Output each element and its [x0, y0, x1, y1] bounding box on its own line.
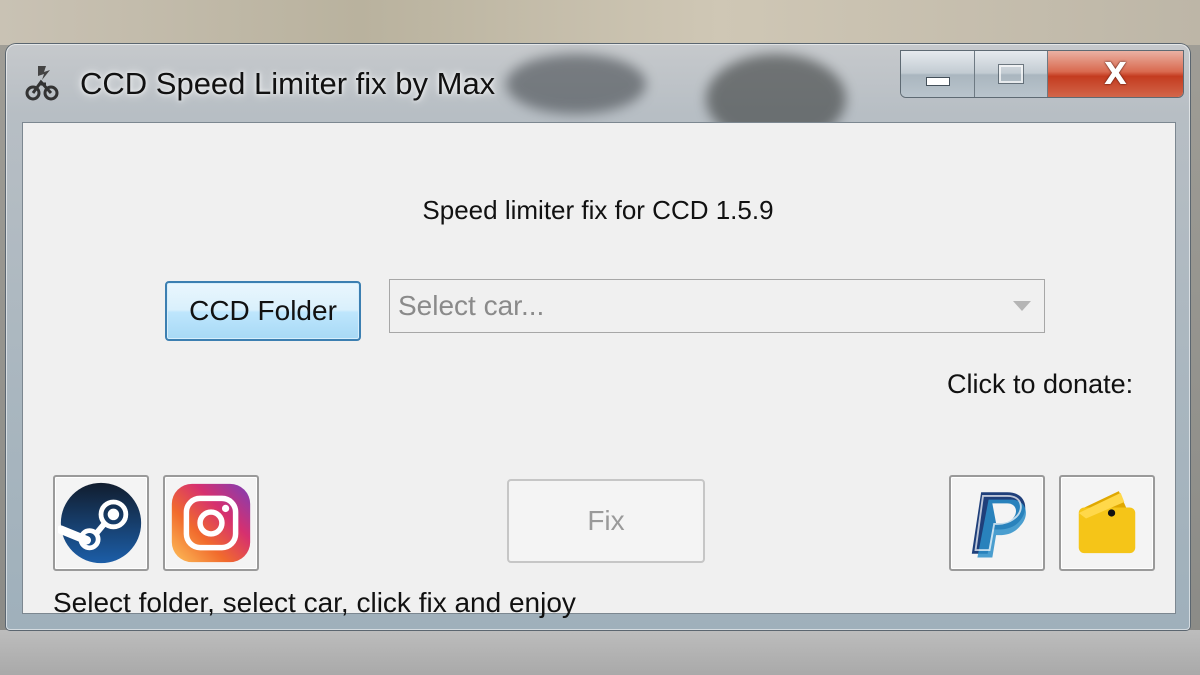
instagram-icon: [171, 483, 251, 563]
chevron-down-icon[interactable]: [1000, 280, 1044, 332]
close-icon: X: [1103, 56, 1128, 92]
version-label: Speed limiter fix for CCD 1.5.9: [422, 195, 774, 225]
ccd-folder-button[interactable]: CCD Folder: [165, 281, 361, 341]
steam-icon: [58, 482, 142, 564]
paypal-icon: [971, 492, 1026, 558]
car-select-placeholder: Select car...: [398, 290, 545, 321]
wallet-icon: [1078, 491, 1136, 554]
desktop-background-top: [0, 0, 1200, 45]
instructions-text: Select folder, select car, click fix and…: [53, 587, 576, 618]
minimize-button[interactable]: [901, 51, 976, 97]
instagram-button[interactable]: [163, 475, 259, 571]
window-controls: X: [900, 50, 1184, 98]
car-select-dropdown[interactable]: Select car...: [389, 279, 1045, 333]
wallet-donate-button[interactable]: [1059, 475, 1155, 571]
donate-label: Click to donate:: [947, 369, 1134, 399]
client-area: Speed limiter fix for CCD 1.5.9 CCD Fold…: [22, 122, 1176, 618]
maximize-icon: [998, 64, 1025, 84]
paypal-donate-button[interactable]: [949, 475, 1045, 571]
app-window: CCD Speed Limiter fix by Max X Speed lim…: [6, 44, 1190, 630]
maximize-button[interactable]: [975, 51, 1048, 97]
close-button[interactable]: X: [1047, 51, 1183, 97]
app-logo-icon: [24, 62, 60, 102]
steam-button[interactable]: [53, 475, 149, 571]
minimize-icon: [925, 76, 950, 86]
fix-button[interactable]: Fix: [507, 479, 705, 563]
title-bar[interactable]: CCD Speed Limiter fix by Max X: [6, 44, 1190, 122]
window-title: CCD Speed Limiter fix by Max: [80, 66, 496, 101]
desktop-background-bottom: [0, 630, 1200, 675]
